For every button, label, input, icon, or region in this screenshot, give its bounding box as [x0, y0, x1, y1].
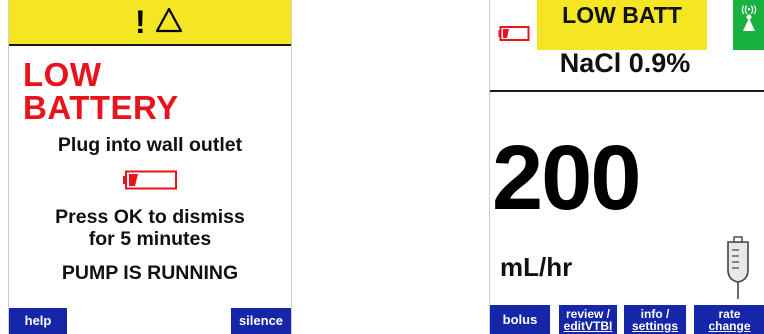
dismiss-line2: for 5 minutes — [88, 228, 212, 250]
exclamation-mark: ! — [135, 4, 146, 40]
rate-label-line2: change — [708, 318, 751, 333]
review-edit-vtbi-button[interactable]: review / editVTBI — [559, 305, 617, 334]
bolus-button[interactable]: bolus — [490, 305, 550, 334]
low-battery-banner-text: LOW BATT — [562, 2, 682, 28]
rate-label-line1: rate — [718, 306, 741, 321]
battery-low-icon — [123, 170, 177, 190]
wireless-signal-icon — [743, 14, 755, 31]
alarm-title-line2: BATTERY — [23, 89, 179, 126]
dismiss-line1: Press OK to dismiss — [55, 206, 245, 228]
infusion-rate-units: mL/hr — [500, 252, 573, 282]
rate-change-button[interactable]: rate change — [694, 305, 764, 334]
alarm-title-line1: LOW — [23, 56, 102, 93]
silence-button[interactable]: silence — [231, 308, 291, 334]
info-label-line2: settings — [631, 318, 678, 333]
pump-status: PUMP IS RUNNING — [61, 262, 239, 284]
low-battery-alarm-screen: ! LOW BATTERY Plug into wall outlet Pres… — [8, 0, 292, 334]
battery-low-icon — [498, 26, 530, 41]
help-button[interactable]: help — [9, 308, 67, 334]
low-battery-banner: LOW BATT — [537, 0, 707, 50]
warning-triangle-icon — [155, 7, 183, 33]
infusion-run-screen: LOW BATT ((•)) NaCl 0.9% 200 mL/hr bolus… — [489, 0, 764, 334]
wireless-signal-text: ((•)) — [741, 4, 757, 14]
softkey-bar: help silence — [9, 308, 291, 334]
wireless-status: ((•)) — [733, 0, 764, 50]
divider — [490, 90, 764, 92]
iv-bag-icon — [727, 236, 749, 299]
alert-bar: ! — [9, 0, 291, 46]
status-row: LOW BATT ((•)) — [490, 0, 764, 50]
review-label-line1: review / — [565, 306, 611, 321]
infusion-rate-value: 200 — [492, 127, 641, 229]
drug-name: NaCl 0.9% — [559, 48, 691, 78]
review-label-line2: editVTBI — [563, 318, 613, 333]
softkey-bar: bolus review / editVTBI info / settings … — [490, 305, 764, 334]
dismiss-instruction: Press OK to dismiss for 5 minutes — [9, 206, 291, 250]
plug-instruction: Plug into wall outlet — [57, 134, 243, 156]
bolus-label: bolus — [502, 311, 538, 327]
info-label-line1: info / — [640, 306, 670, 321]
alarm-title: LOW BATTERY — [23, 58, 179, 124]
info-settings-button[interactable]: info / settings — [624, 305, 686, 334]
